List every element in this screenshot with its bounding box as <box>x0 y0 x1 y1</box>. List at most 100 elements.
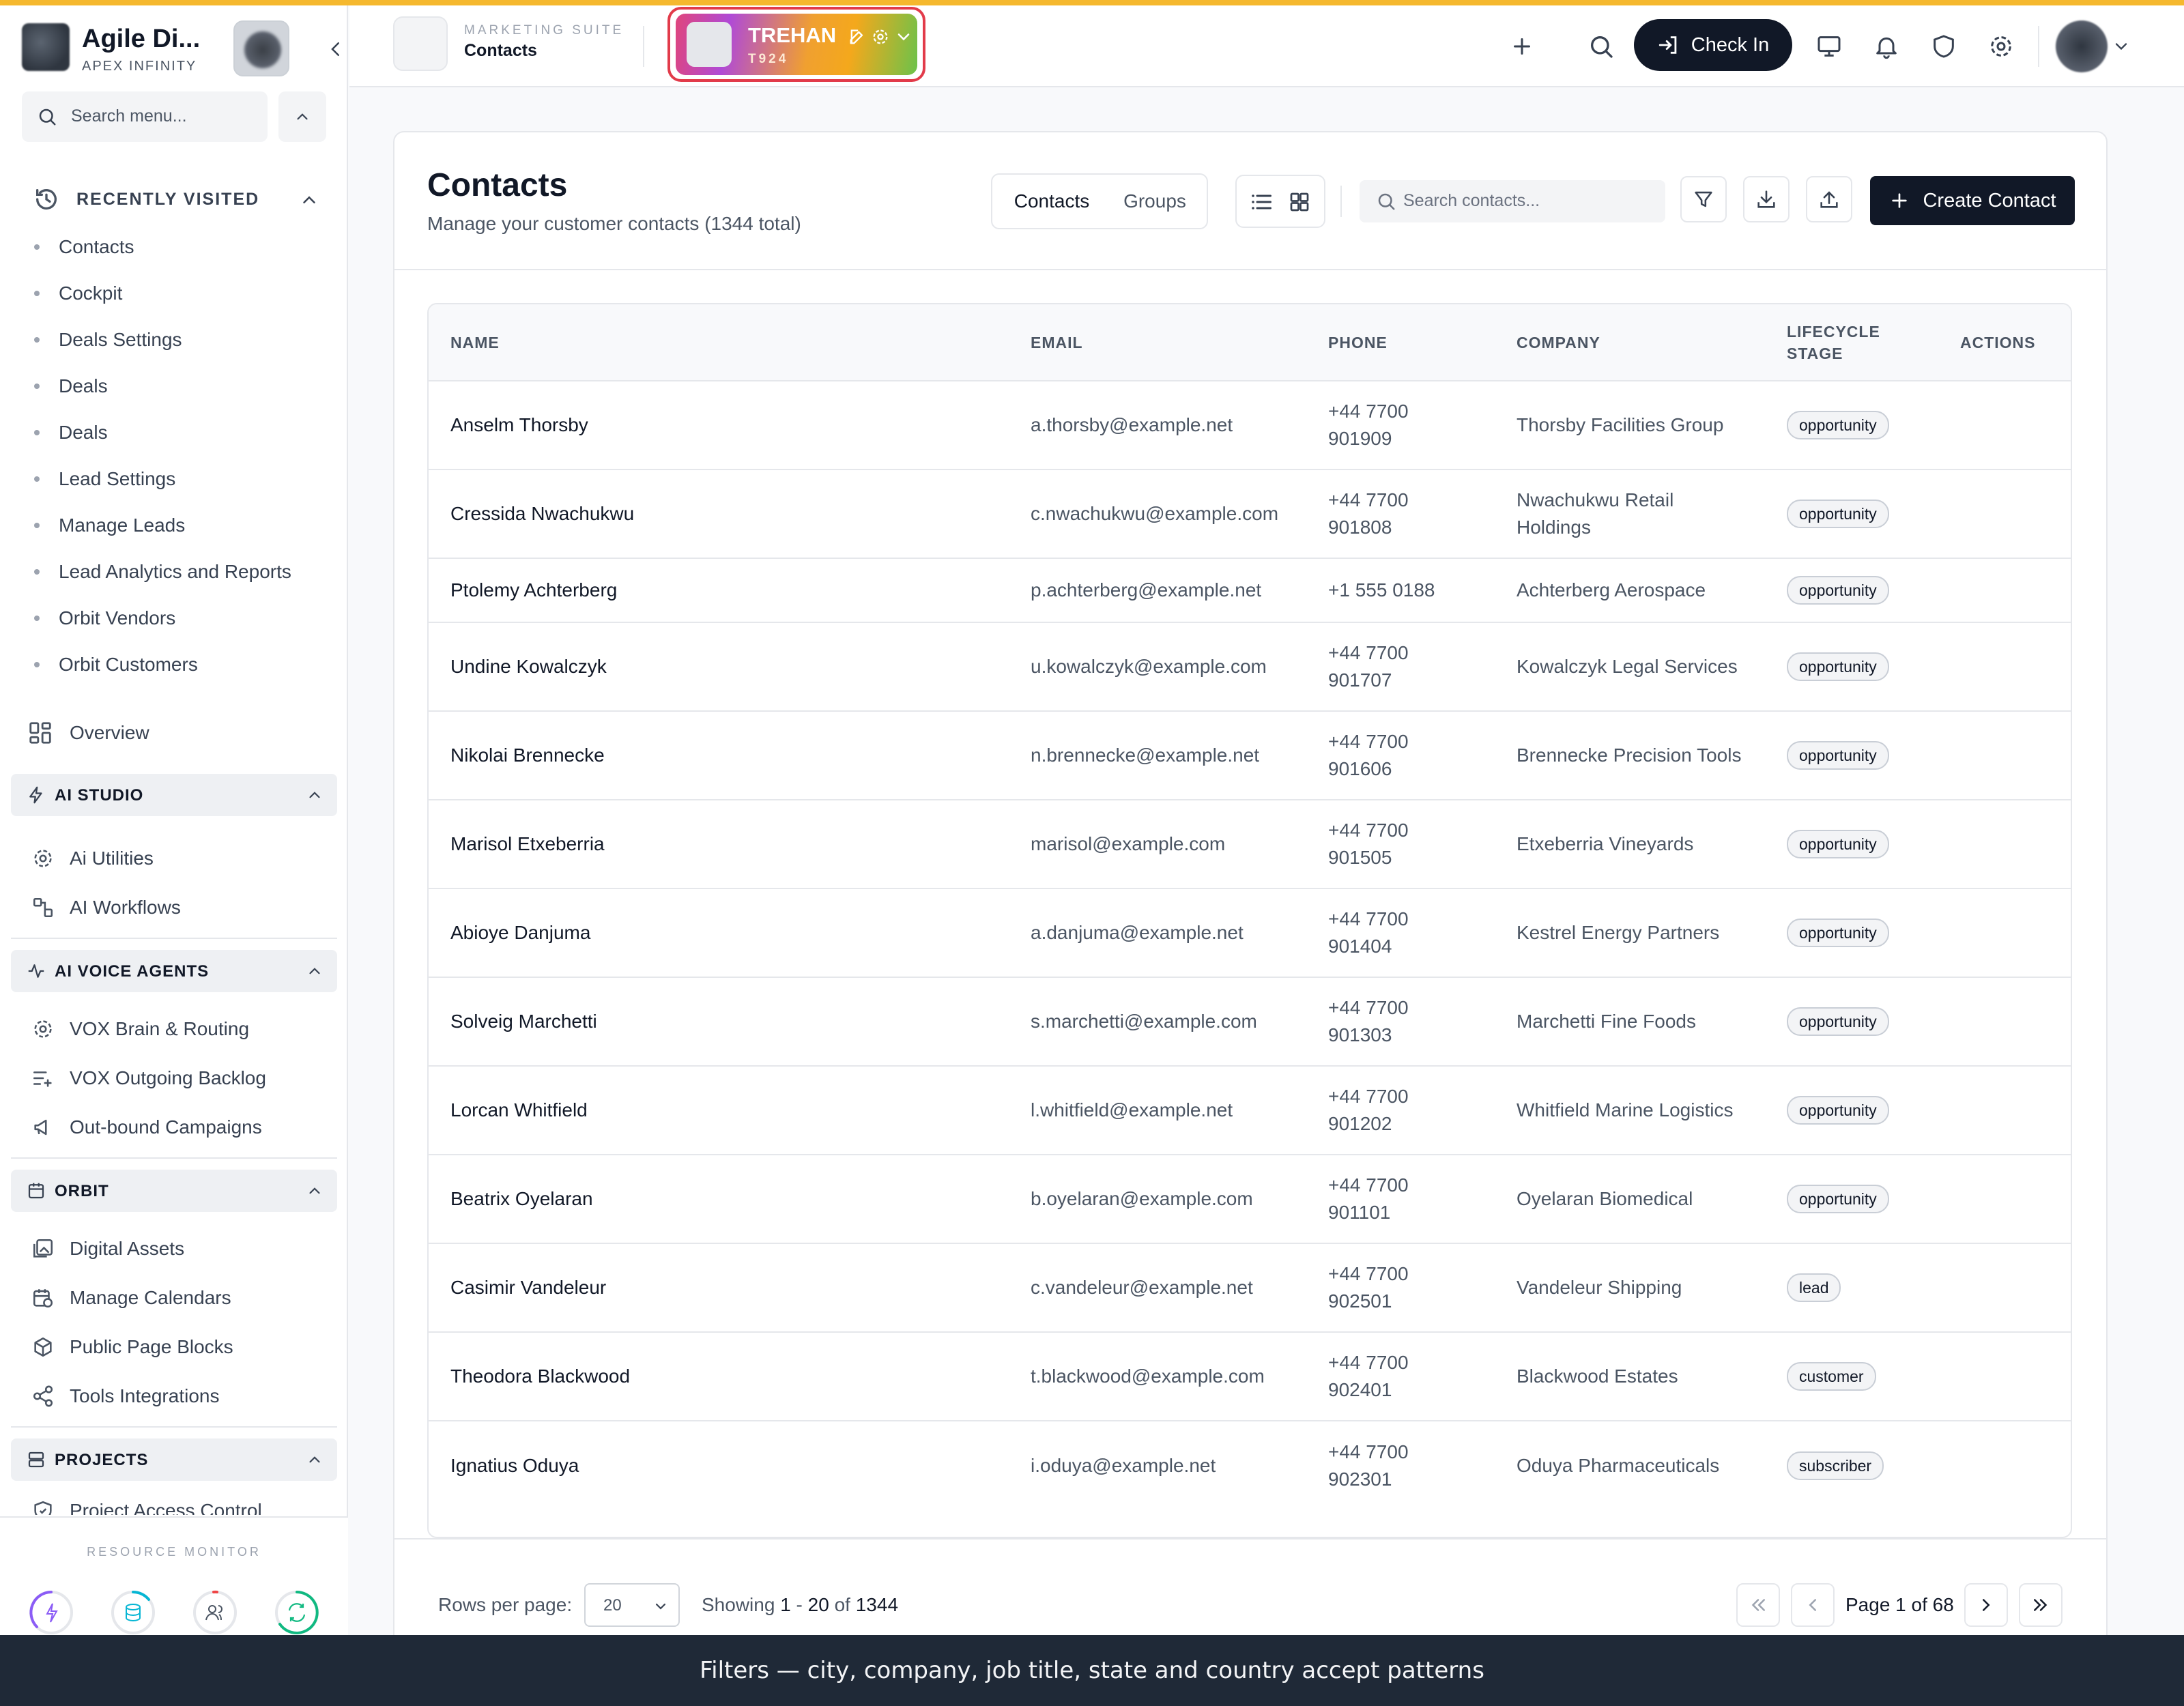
contacts-table-container[interactable]: NAME EMAIL PHONE COMPANY LIFECYCLE STAGE… <box>427 303 2072 1538</box>
add-button[interactable] <box>1503 27 1541 66</box>
security-button[interactable] <box>1925 27 1963 66</box>
user-avatar[interactable] <box>2056 20 2108 72</box>
check-in-button[interactable]: Check In <box>1634 19 1792 71</box>
sidebar-item-overview[interactable]: Overview <box>27 712 328 753</box>
sidebar-item-label: Public Page Blocks <box>70 1336 233 1357</box>
sidebar-item-project-access-control[interactable]: Project Access Control <box>31 1490 332 1515</box>
showing-range: Showing 1 - 20 of 1344 <box>702 1594 898 1616</box>
table-row[interactable]: Solveig Marchetti s.marchetti@example.co… <box>429 977 2071 1066</box>
user-menu-toggle[interactable] <box>2108 27 2135 66</box>
cell-email: a.thorsby@example.net <box>1009 380 1306 469</box>
group-orbit[interactable]: ORBIT <box>11 1170 337 1212</box>
sidebar-item-ai-utilities[interactable]: Ai Utilities <box>31 838 332 879</box>
prev-page-button[interactable] <box>1791 1583 1835 1627</box>
tab-contacts[interactable]: Contacts <box>998 180 1106 222</box>
notifications-button[interactable] <box>1867 27 1906 66</box>
divider <box>394 269 2106 270</box>
table-row[interactable]: Nikolai Brennecke n.brennecke@example.ne… <box>429 710 2071 800</box>
sidebar-item-manage-calendars[interactable]: Manage Calendars <box>31 1277 332 1318</box>
edit-icon[interactable] <box>848 27 867 46</box>
download-button[interactable] <box>1743 176 1790 222</box>
column-header-lifecycle-stage[interactable]: LIFECYCLE STAGE <box>1765 304 1953 381</box>
list-view-icon[interactable] <box>1249 190 1274 214</box>
sidebar-item-ai-workflows[interactable]: AI Workflows <box>31 887 332 928</box>
sidebar-item-digital-assets[interactable]: Digital Assets <box>31 1228 332 1269</box>
column-header-phone[interactable]: PHONE <box>1306 304 1495 381</box>
app-icon[interactable] <box>393 16 448 71</box>
tenant-switcher[interactable]: TREHAN T924 <box>676 14 917 75</box>
sidebar-item-label: Out-bound Campaigns <box>70 1116 262 1138</box>
sidebar-item-tools-integrations[interactable]: Tools Integrations <box>31 1376 332 1417</box>
create-contact-label: Create Contact <box>1923 189 2056 212</box>
recent-item[interactable]: Manage Leads <box>34 502 334 549</box>
sidebar-item-public-page-blocks[interactable]: Public Page Blocks <box>31 1327 332 1368</box>
collapse-sidebar-button[interactable] <box>322 38 349 66</box>
recent-item[interactable]: Cockpit <box>34 270 334 317</box>
table-row[interactable]: Theodora Blackwood t.blackwood@example.c… <box>429 1331 2071 1421</box>
contacts-search-input[interactable]: Search contacts... <box>1360 180 1665 222</box>
column-header-name[interactable]: NAME <box>429 304 1009 381</box>
create-contact-button[interactable]: Create Contact <box>1870 176 2075 225</box>
recent-item[interactable]: Deals <box>34 363 334 409</box>
group-projects[interactable]: PROJECTS <box>11 1438 337 1481</box>
group-ai-voice-agents[interactable]: AI VOICE AGENTS <box>11 950 337 992</box>
column-header-company[interactable]: COMPANY <box>1495 304 1765 381</box>
recent-item-label: Cockpit <box>59 283 123 304</box>
plus-icon <box>1514 38 1530 55</box>
sidebar-item-outbound-campaigns[interactable]: Out-bound Campaigns <box>31 1107 332 1148</box>
table-row[interactable]: Beatrix Oyelaran b.oyelaran@example.com … <box>429 1154 2071 1243</box>
recent-item[interactable]: Orbit Customers <box>34 641 334 688</box>
last-page-button[interactable] <box>2019 1583 2063 1627</box>
settings-button[interactable] <box>1982 27 2020 66</box>
first-page-button[interactable] <box>1736 1583 1780 1627</box>
recent-item[interactable]: Contacts <box>34 224 334 270</box>
cpu-gauge-icon[interactable] <box>27 1589 75 1636</box>
grid-view-icon[interactable] <box>1287 190 1312 214</box>
brand-logo <box>22 23 70 71</box>
upload-button[interactable] <box>1806 176 1852 222</box>
table-row[interactable]: Marisol Etxeberria marisol@example.com +… <box>429 799 2071 888</box>
contacts-search-placeholder: Search contacts... <box>1403 191 1540 210</box>
search-button[interactable] <box>1582 27 1620 66</box>
sidebar-item-vox-brain[interactable]: VOX Brain & Routing <box>31 1009 332 1050</box>
recent-item[interactable]: Deals Settings <box>34 317 334 363</box>
menu-search-input[interactable]: Search menu... <box>22 91 268 142</box>
table-row[interactable]: Abioye Danjuma a.danjuma@example.net +44… <box>429 888 2071 977</box>
status-badge: opportunity <box>1787 830 1889 858</box>
filter-button[interactable] <box>1680 176 1727 222</box>
next-page-button[interactable] <box>1964 1583 2008 1627</box>
workspace-avatar[interactable] <box>233 20 289 76</box>
table-row[interactable]: Undine Kowalczyk u.kowalczyk@example.com… <box>429 622 2071 711</box>
cell-company: Etxeberria Vineyards <box>1495 799 1765 888</box>
cell-name: Ptolemy Achterberg <box>429 558 1009 622</box>
group-ai-studio[interactable]: AI STUDIO <box>11 774 337 816</box>
users-gauge-icon[interactable] <box>191 1589 239 1636</box>
bullet <box>34 569 40 575</box>
rows-per-page-select[interactable]: 20 <box>584 1583 680 1627</box>
cell-actions <box>1953 1154 2071 1243</box>
cell-company: Blackwood Estates <box>1495 1331 1765 1421</box>
cell-company: Oyelaran Biomedical <box>1495 1154 1765 1243</box>
recent-item[interactable]: Lead Settings <box>34 456 334 502</box>
database-gauge-icon[interactable] <box>109 1589 157 1636</box>
sync-gauge-icon[interactable] <box>273 1589 321 1636</box>
sidebar-item-vox-backlog[interactable]: VOX Outgoing Backlog <box>31 1058 332 1099</box>
bullet <box>34 244 40 250</box>
tab-groups[interactable]: Groups <box>1106 180 1204 222</box>
table-row[interactable]: Ignatius Oduya i.oduya@example.net +44 7… <box>429 1420 2071 1509</box>
chevron-down-icon[interactable] <box>894 27 913 46</box>
recent-item[interactable]: Lead Analytics and Reports <box>34 549 334 595</box>
table-row[interactable]: Lorcan Whitfield l.whitfield@example.net… <box>429 1065 2071 1155</box>
table-row[interactable]: Anselm Thorsby a.thorsby@example.net +44… <box>429 380 2071 469</box>
table-row[interactable]: Cressida Nwachukwu c.nwachukwu@example.c… <box>429 469 2071 558</box>
recent-item[interactable]: Deals <box>34 409 334 456</box>
collapse-all-button[interactable] <box>278 91 326 142</box>
column-header-email[interactable]: EMAIL <box>1009 304 1306 381</box>
status-badge: opportunity <box>1787 1185 1889 1213</box>
recently-visited-header[interactable]: RECENTLY VISITED <box>33 184 319 216</box>
table-row[interactable]: Ptolemy Achterberg p.achterberg@example.… <box>429 558 2071 622</box>
monitor-button[interactable] <box>1810 27 1848 66</box>
recent-item[interactable]: Orbit Vendors <box>34 595 334 641</box>
gear-icon[interactable] <box>871 27 890 46</box>
table-row[interactable]: Casimir Vandeleur c.vandeleur@example.ne… <box>429 1243 2071 1332</box>
